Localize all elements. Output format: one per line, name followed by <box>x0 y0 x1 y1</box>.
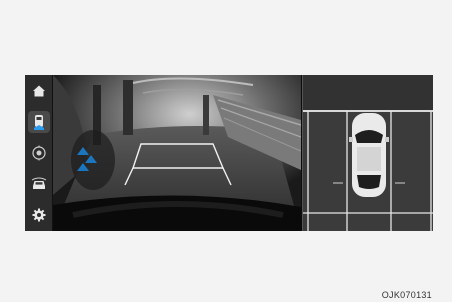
rear-view-icon <box>33 114 44 130</box>
rear-camera-view <box>53 75 301 231</box>
side-menu <box>25 75 53 231</box>
vehicle-top-icon <box>349 113 389 197</box>
surround-top-view <box>302 75 433 231</box>
figure-code: OJK070131 <box>381 290 432 300</box>
settings-icon <box>32 208 45 222</box>
vehicle-view-button[interactable] <box>28 173 50 195</box>
home-button[interactable] <box>28 80 50 102</box>
camera-image <box>53 75 301 231</box>
top-view-image <box>303 75 433 231</box>
home-icon <box>32 85 45 97</box>
sensor-view-button[interactable] <box>28 142 50 164</box>
vehicle-view-icon <box>31 177 46 190</box>
sensor-view-icon <box>31 145 46 161</box>
rear-view-button[interactable] <box>27 110 50 133</box>
svm-display <box>25 75 433 231</box>
settings-button[interactable] <box>28 204 50 226</box>
